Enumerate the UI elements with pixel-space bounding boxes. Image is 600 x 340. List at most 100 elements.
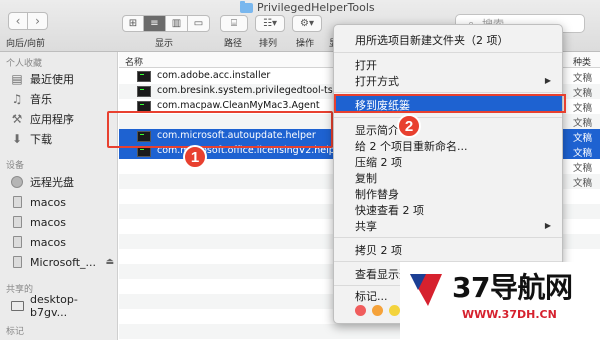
path-label: 路径 [224, 39, 243, 49]
menu-item-new-folder-with-selection[interactable]: 用所选项目新建文件夹（2 项） [334, 31, 562, 48]
exec-file-icon [137, 71, 151, 82]
chevron-right-icon: › [35, 14, 40, 28]
sidebar-item-remote-disc[interactable]: 远程光盘 [10, 173, 114, 191]
sidebar-item-label: 音乐 [30, 93, 52, 106]
path-icon: ⌸ [231, 18, 237, 29]
menu-item-share[interactable]: 共享 ▶ [334, 217, 562, 234]
exec-file-icon [137, 86, 151, 97]
file-name: com.macpaw.CleanMyMac3.Agent [157, 100, 320, 111]
shared-header: 共享的 [6, 285, 34, 295]
menu-separator [334, 117, 562, 118]
sidebar-item-label: macos [30, 235, 66, 249]
menu-item-open-with[interactable]: 打开方式 ▶ [334, 72, 562, 89]
menu-item-compress[interactable]: 压缩 2 项 [334, 153, 562, 170]
menu-separator [334, 52, 562, 53]
watermark-logo [410, 274, 442, 306]
devices-header: 设备 [6, 161, 25, 171]
downloads-icon: ⬇ [11, 132, 23, 146]
icon-view-button[interactable]: ⊞ [122, 15, 144, 32]
menu-item-copy[interactable]: 拷贝 2 项 [334, 241, 562, 258]
sidebar-item-label: 下载 [30, 133, 52, 146]
tag-color-yellow[interactable] [389, 305, 400, 316]
sidebar-item-macos-2[interactable]: macos [10, 213, 114, 231]
menu-item-make-alias[interactable]: 制作替身 [334, 185, 562, 202]
file-kind: 文稿 [573, 163, 593, 174]
forward-button[interactable]: › [28, 12, 48, 30]
menu-item-rename[interactable]: 给 2 个项目重新命名... [334, 137, 562, 154]
sidebar-item-music[interactable]: ♫ 音乐 [10, 90, 114, 108]
sidebar-item-label: 远程光盘 [30, 176, 74, 189]
sidebar-item-macos-3[interactable]: macos [10, 233, 114, 251]
file-kind: 文稿 [573, 133, 593, 144]
file-name: com.bresink.system.privilegedtool-ts5 [157, 85, 339, 96]
menu-item-label: 打开方式 [355, 74, 399, 88]
gallery-icon: ▭ [193, 18, 204, 29]
chevron-left-icon: ‹ [15, 14, 21, 28]
sidebar-item-label: 最近使用 [30, 73, 74, 86]
eject-icon[interactable]: ⏏ [105, 257, 114, 267]
sidebar-item-label: macos [30, 195, 66, 209]
tags-header: 标记 [6, 327, 25, 337]
file-kind: 文稿 [573, 103, 593, 114]
tag-color-orange[interactable] [372, 305, 383, 316]
sidebar-item-microsoft[interactable]: Microsoft_... ⏏ [10, 253, 114, 271]
list-view-button[interactable]: ≡ [144, 15, 166, 32]
folder-icon [240, 0, 253, 13]
arrange-icon: ☷▾ [263, 18, 277, 29]
sidebar-item-desktop[interactable]: desktop-b7gv... [10, 293, 114, 319]
submenu-arrow-icon: ▶ [544, 76, 551, 85]
column-view-button[interactable]: ▥ [166, 15, 188, 32]
file-kind: 文稿 [573, 178, 593, 189]
action-button[interactable]: ⚙▾ [292, 15, 322, 32]
menu-item-quick-look[interactable]: 快速查看 2 项 [334, 201, 562, 218]
submenu-arrow-icon: ▶ [544, 221, 551, 230]
window-title: PrivilegedHelperTools [240, 0, 375, 14]
recents-icon: ▤ [11, 72, 23, 86]
file-kind: 文稿 [573, 148, 593, 159]
watermark-title: 37导航网 [452, 271, 573, 304]
step-badge-2: 2 [397, 114, 421, 138]
music-icon: ♫ [11, 92, 23, 106]
file-kind: 文稿 [573, 73, 593, 84]
tag-color-red[interactable] [355, 305, 366, 316]
remote-disc-icon [10, 175, 24, 189]
path-button[interactable]: ⌸ [220, 15, 248, 32]
sidebar-item-label: 应用程序 [30, 113, 74, 126]
column-header-name[interactable]: 名称 [125, 55, 143, 68]
nav-buttons: ‹ › [8, 12, 48, 30]
file-kind: 文稿 [573, 88, 593, 99]
window-title-text: PrivilegedHelperTools [257, 1, 375, 14]
menu-item-open[interactable]: 打开 [334, 56, 562, 73]
gallery-view-button[interactable]: ▭ [188, 15, 210, 32]
sidebar-item-label: Microsoft_... [30, 255, 97, 269]
sidebar-item-macos-1[interactable]: macos [10, 193, 114, 211]
sidebar: 个人收藏 ▤ 最近使用 ♫ 音乐 ⚒ 应用程序 ⬇ 下载 设备 远程光盘 mac… [0, 52, 118, 340]
back-button[interactable]: ‹ [8, 12, 28, 30]
sidebar-item-label: desktop-b7gv... [30, 293, 78, 319]
favorites-header: 个人收藏 [6, 59, 43, 69]
sidebar-item-recents[interactable]: ▤ 最近使用 [10, 70, 114, 88]
menu-item-duplicate[interactable]: 复制 [334, 169, 562, 186]
monitor-icon [10, 299, 24, 313]
file-name: com.adobe.acc.installer [157, 70, 271, 81]
view-label: 显示 [155, 39, 174, 49]
action-label: 操作 [296, 39, 315, 49]
drive-icon [10, 255, 24, 269]
drive-icon [10, 215, 24, 229]
move-to-trash-highlight-box [334, 94, 566, 113]
step-badge-1: 1 [183, 145, 207, 169]
list-icon: ≡ [150, 18, 159, 29]
sidebar-item-label: macos [30, 215, 66, 229]
menu-item-label: 共享 [355, 219, 377, 233]
menu-item-get-info[interactable]: 显示简介 [334, 121, 562, 138]
column-header-kind[interactable]: 种类 [573, 55, 591, 68]
arrange-label: 排列 [259, 39, 278, 49]
view-mode-group: ⊞ ≡ ▥ ▭ [122, 15, 210, 32]
arrange-button[interactable]: ☷▾ [255, 15, 285, 32]
sidebar-item-applications[interactable]: ⚒ 应用程序 [10, 110, 114, 128]
applications-icon: ⚒ [11, 112, 23, 126]
sidebar-item-downloads[interactable]: ⬇ 下载 [10, 130, 114, 148]
file-kind: 文稿 [573, 118, 593, 129]
menu-separator [334, 237, 562, 238]
watermark-url: WWW.37DH.CN [462, 308, 557, 321]
